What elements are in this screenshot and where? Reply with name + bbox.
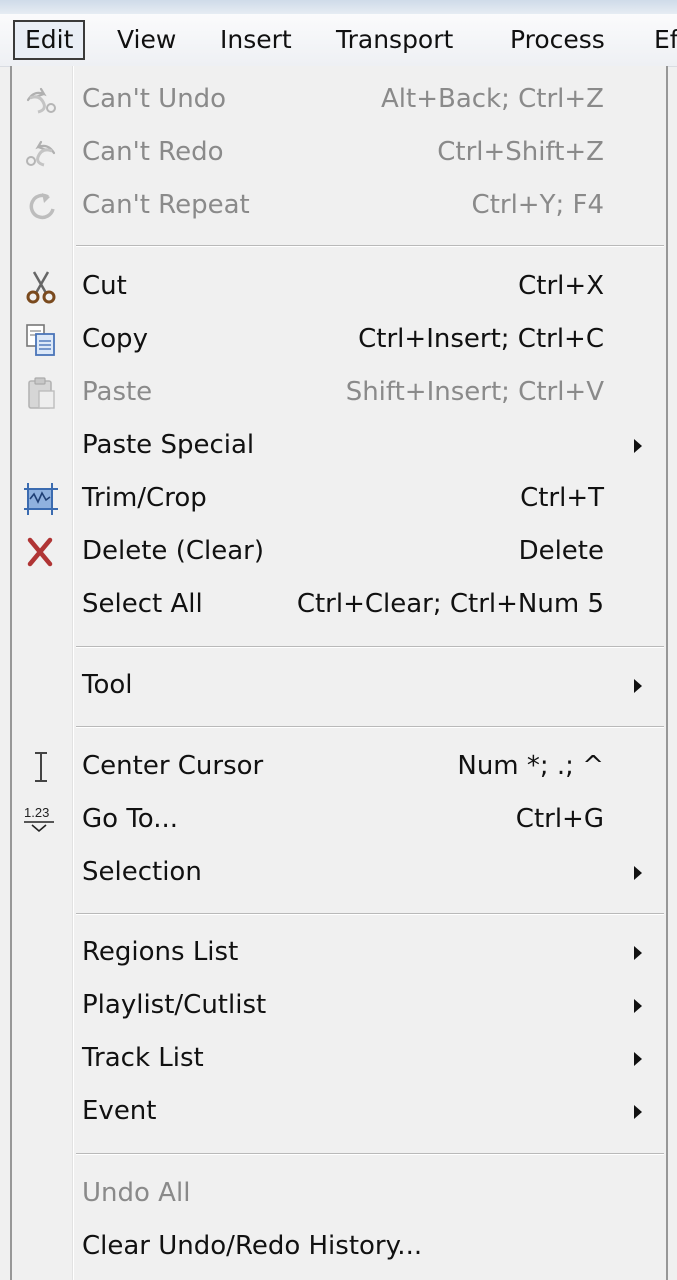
event-label: Event: [82, 1096, 157, 1126]
repeat-icon: [22, 188, 60, 224]
scissors-icon: [22, 269, 60, 305]
submenu-arrow-icon: [634, 1105, 642, 1119]
select-all-label: Select All: [82, 589, 203, 619]
menu-view[interactable]: View: [117, 20, 176, 60]
trim-crop-label: Trim/Crop: [82, 483, 207, 513]
menu-item-track-list[interactable]: Track List: [12, 1032, 666, 1085]
redo-label: Can't Redo: [82, 137, 224, 167]
clear-undo-redo-history-label: Clear Undo/Redo History...: [82, 1231, 423, 1261]
application-window: Edit View Insert Transport Process Ef Ca…: [0, 0, 677, 1280]
menu-separator: [76, 1153, 664, 1155]
menu-item-redo[interactable]: Can't Redo Ctrl+Shift+Z: [12, 126, 666, 179]
repeat-shortcut: Ctrl+Y; F4: [471, 190, 604, 220]
menu-separator: [76, 913, 664, 915]
text-cursor-icon: [22, 749, 60, 785]
select-all-shortcut: Ctrl+Clear; Ctrl+Num 5: [296, 589, 604, 619]
menu-insert[interactable]: Insert: [220, 20, 292, 60]
trim-crop-shortcut: Ctrl+T: [520, 483, 604, 513]
menu-transport[interactable]: Transport: [336, 20, 453, 60]
menu-item-selection[interactable]: Selection: [12, 846, 666, 899]
menu-item-trim-crop[interactable]: Trim/Crop Ctrl+T: [12, 472, 666, 525]
goto-icon-text: 1.23: [24, 805, 49, 820]
menu-item-regions-list[interactable]: Regions List: [12, 926, 666, 979]
undo-all-label: Undo All: [82, 1178, 191, 1208]
selection-label: Selection: [82, 857, 202, 887]
paste-shortcut: Shift+Insert; Ctrl+V: [345, 377, 604, 407]
menu-item-repeat[interactable]: Can't Repeat Ctrl+Y; F4: [12, 179, 666, 232]
undo-label: Can't Undo: [82, 84, 227, 114]
center-cursor-label: Center Cursor: [82, 751, 264, 781]
menu-item-playlist-cutlist[interactable]: Playlist/Cutlist: [12, 979, 666, 1032]
edit-menu-dropdown: Can't Undo Alt+Back; Ctrl+Z Can't Redo C…: [10, 66, 668, 1280]
center-cursor-shortcut: Num *; .; ^: [457, 751, 604, 781]
cut-shortcut: Ctrl+X: [518, 271, 604, 301]
submenu-arrow-icon: [634, 946, 642, 960]
copy-icon: [22, 322, 60, 358]
menu-item-cut[interactable]: Cut Ctrl+X: [12, 260, 666, 313]
menu-effects[interactable]: Ef: [654, 20, 677, 60]
menu-item-paste[interactable]: Paste Shift+Insert; Ctrl+V: [12, 366, 666, 419]
menu-item-tool[interactable]: Tool: [12, 659, 666, 712]
cut-label: Cut: [82, 271, 127, 301]
trim-crop-icon: [22, 481, 60, 517]
delete-x-icon: [22, 534, 60, 570]
track-list-label: Track List: [82, 1043, 204, 1073]
menu-item-clear-undo-redo-history[interactable]: Clear Undo/Redo History...: [12, 1220, 666, 1273]
go-to-shortcut: Ctrl+G: [515, 804, 604, 834]
tool-label: Tool: [82, 670, 133, 700]
menu-item-go-to[interactable]: 1.23 Go To... Ctrl+G: [12, 793, 666, 846]
copy-label: Copy: [82, 324, 148, 354]
menu-item-select-all[interactable]: Select All Ctrl+Clear; Ctrl+Num 5: [12, 578, 666, 631]
menu-item-event[interactable]: Event: [12, 1085, 666, 1138]
menu-process[interactable]: Process: [510, 20, 605, 60]
go-to-label: Go To...: [82, 804, 179, 834]
paste-special-label: Paste Special: [82, 430, 255, 460]
paste-icon: [22, 375, 60, 411]
goto-123-icon: 1.23: [22, 802, 60, 838]
regions-list-label: Regions List: [82, 937, 239, 967]
menu-separator: [76, 726, 664, 728]
menu-item-delete[interactable]: Delete (Clear) Delete: [12, 525, 666, 578]
menu-item-copy[interactable]: Copy Ctrl+Insert; Ctrl+C: [12, 313, 666, 366]
menu-bar: Edit View Insert Transport Process Ef: [0, 14, 677, 67]
menu-item-undo[interactable]: Can't Undo Alt+Back; Ctrl+Z: [12, 73, 666, 126]
submenu-arrow-icon: [634, 1052, 642, 1066]
playlist-cutlist-label: Playlist/Cutlist: [82, 990, 267, 1020]
redo-icon: [22, 135, 60, 171]
menu-separator: [76, 245, 664, 247]
redo-shortcut: Ctrl+Shift+Z: [437, 137, 604, 167]
paste-label: Paste: [82, 377, 153, 407]
window-frame-edge: [0, 0, 677, 14]
menu-item-undo-all[interactable]: Undo All: [12, 1167, 666, 1220]
menu-item-paste-special[interactable]: Paste Special: [12, 419, 666, 472]
repeat-label: Can't Repeat: [82, 190, 250, 220]
undo-shortcut: Alt+Back; Ctrl+Z: [381, 84, 604, 114]
submenu-arrow-icon: [634, 866, 642, 880]
menu-separator: [76, 646, 664, 648]
menu-item-center-cursor[interactable]: Center Cursor Num *; .; ^: [12, 740, 666, 793]
undo-icon: [22, 82, 60, 118]
menu-edit[interactable]: Edit: [13, 20, 86, 60]
submenu-arrow-icon: [634, 999, 642, 1013]
copy-shortcut: Ctrl+Insert; Ctrl+C: [358, 324, 604, 354]
submenu-arrow-icon: [634, 439, 642, 453]
delete-shortcut: Delete: [518, 536, 604, 566]
submenu-arrow-icon: [634, 679, 642, 693]
delete-label: Delete (Clear): [82, 536, 264, 566]
